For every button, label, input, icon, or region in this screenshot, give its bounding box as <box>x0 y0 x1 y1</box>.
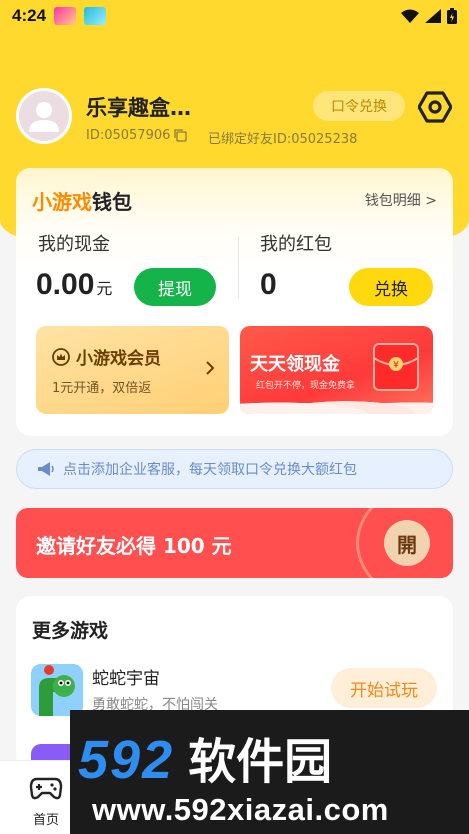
notice-banner[interactable]: 点击添加企业客服，每天领取口令兑换大额红包 <box>16 449 453 489</box>
settings-icon[interactable] <box>418 90 452 124</box>
redpacket-label: 我的红包 <box>260 234 332 255</box>
status-bar: 4:24 <box>0 0 469 32</box>
svg-text:¥: ¥ <box>393 361 399 371</box>
daily-cash-promo-card[interactable]: 天天领现金 红包开不停，现金免费拿 ¥ <box>240 326 433 414</box>
watermark-logo: 592 软件园 <box>78 722 332 792</box>
watermark-logo-digits: 592 <box>78 730 175 790</box>
watermark-overlay: 592 软件园 www.592xiazai.com <box>70 710 469 834</box>
signal-icon <box>425 9 441 23</box>
vip-membership-card[interactable]: 小游戏会员 1元开通，双倍返 <box>36 326 229 414</box>
notification-app-icon <box>54 7 77 25</box>
nav-home[interactable]: 首页 <box>18 773 74 828</box>
status-time: 4:24 <box>12 6 47 25</box>
wallet-title-rest: 钱包 <box>92 190 132 214</box>
more-games-title: 更多游戏 <box>32 620 109 642</box>
invite-friends-banner[interactable]: 邀请好友必得 100 元 開 <box>16 508 453 578</box>
wallet-title-highlight: 小游戏 <box>32 190 92 214</box>
vip-title: 小游戏会员 <box>52 344 161 369</box>
nav-home-label: 首页 <box>32 813 59 828</box>
snake-game-icon[interactable] <box>31 664 83 716</box>
default-user-icon <box>29 102 59 132</box>
cash-unit: 元 <box>96 281 113 298</box>
username: 乐享趣盒… <box>86 96 191 120</box>
open-button[interactable]: 開 <box>384 520 430 566</box>
cash-promo-subtitle: 红包开不停，现金免费拿 <box>256 381 356 391</box>
crown-badge-icon <box>52 347 70 366</box>
vip-title-text: 小游戏会员 <box>76 349 161 369</box>
cash-promo-title: 天天领现金 <box>250 354 340 375</box>
profile-header: 乐享趣盒… ID:05057906 已绑定好友ID:05025238 口令兑换 <box>16 88 456 148</box>
wallet-card: 小游戏钱包 钱包明细 > 我的现金 0.00 元 提现 我的红包 0 兑换 小游戏… <box>16 168 453 436</box>
notice-text: 点击添加企业客服，每天领取口令兑换大额红包 <box>63 462 357 478</box>
bound-friend-id: 已绑定好友ID:05025238 <box>208 132 358 147</box>
copy-icon[interactable] <box>174 129 188 142</box>
wallet-title: 小游戏钱包 <box>32 186 132 215</box>
chevron-right-icon <box>206 361 215 375</box>
invite-text: 邀请好友必得 100 元 <box>36 534 232 558</box>
cloud-decoration <box>240 394 433 414</box>
user-id: ID:05057906 <box>86 128 188 143</box>
gamepad-icon <box>29 777 63 800</box>
withdraw-button[interactable]: 提现 <box>134 268 216 306</box>
red-envelope-icon: ¥ <box>373 343 419 391</box>
divider <box>238 236 239 298</box>
battery-icon <box>447 8 457 24</box>
redpacket-value: 0 <box>260 268 277 301</box>
megaphone-icon <box>38 462 54 476</box>
wifi-icon <box>401 9 419 23</box>
snake-icon <box>31 664 83 716</box>
cash-label: 我的现金 <box>38 234 110 255</box>
wallet-detail-link[interactable]: 钱包明细 > <box>365 190 437 210</box>
vip-subtitle: 1元开通，双倍返 <box>52 381 152 396</box>
game-name: 蛇蛇宇宙 <box>92 669 160 689</box>
start-trial-button[interactable]: 开始试玩 <box>331 668 437 708</box>
watermark-logo-text: 软件园 <box>188 736 333 789</box>
exchange-button[interactable]: 兑换 <box>349 268 433 306</box>
user-id-text: ID:05057906 <box>86 128 171 143</box>
cash-amount: 0.00 元 <box>36 268 112 302</box>
watermark-url: www.592xiazai.com <box>92 792 389 827</box>
notification-app-icon <box>84 7 107 25</box>
redeem-code-button[interactable]: 口令兑换 <box>313 91 405 121</box>
avatar[interactable] <box>16 88 72 144</box>
cash-value: 0.00 <box>36 268 95 301</box>
